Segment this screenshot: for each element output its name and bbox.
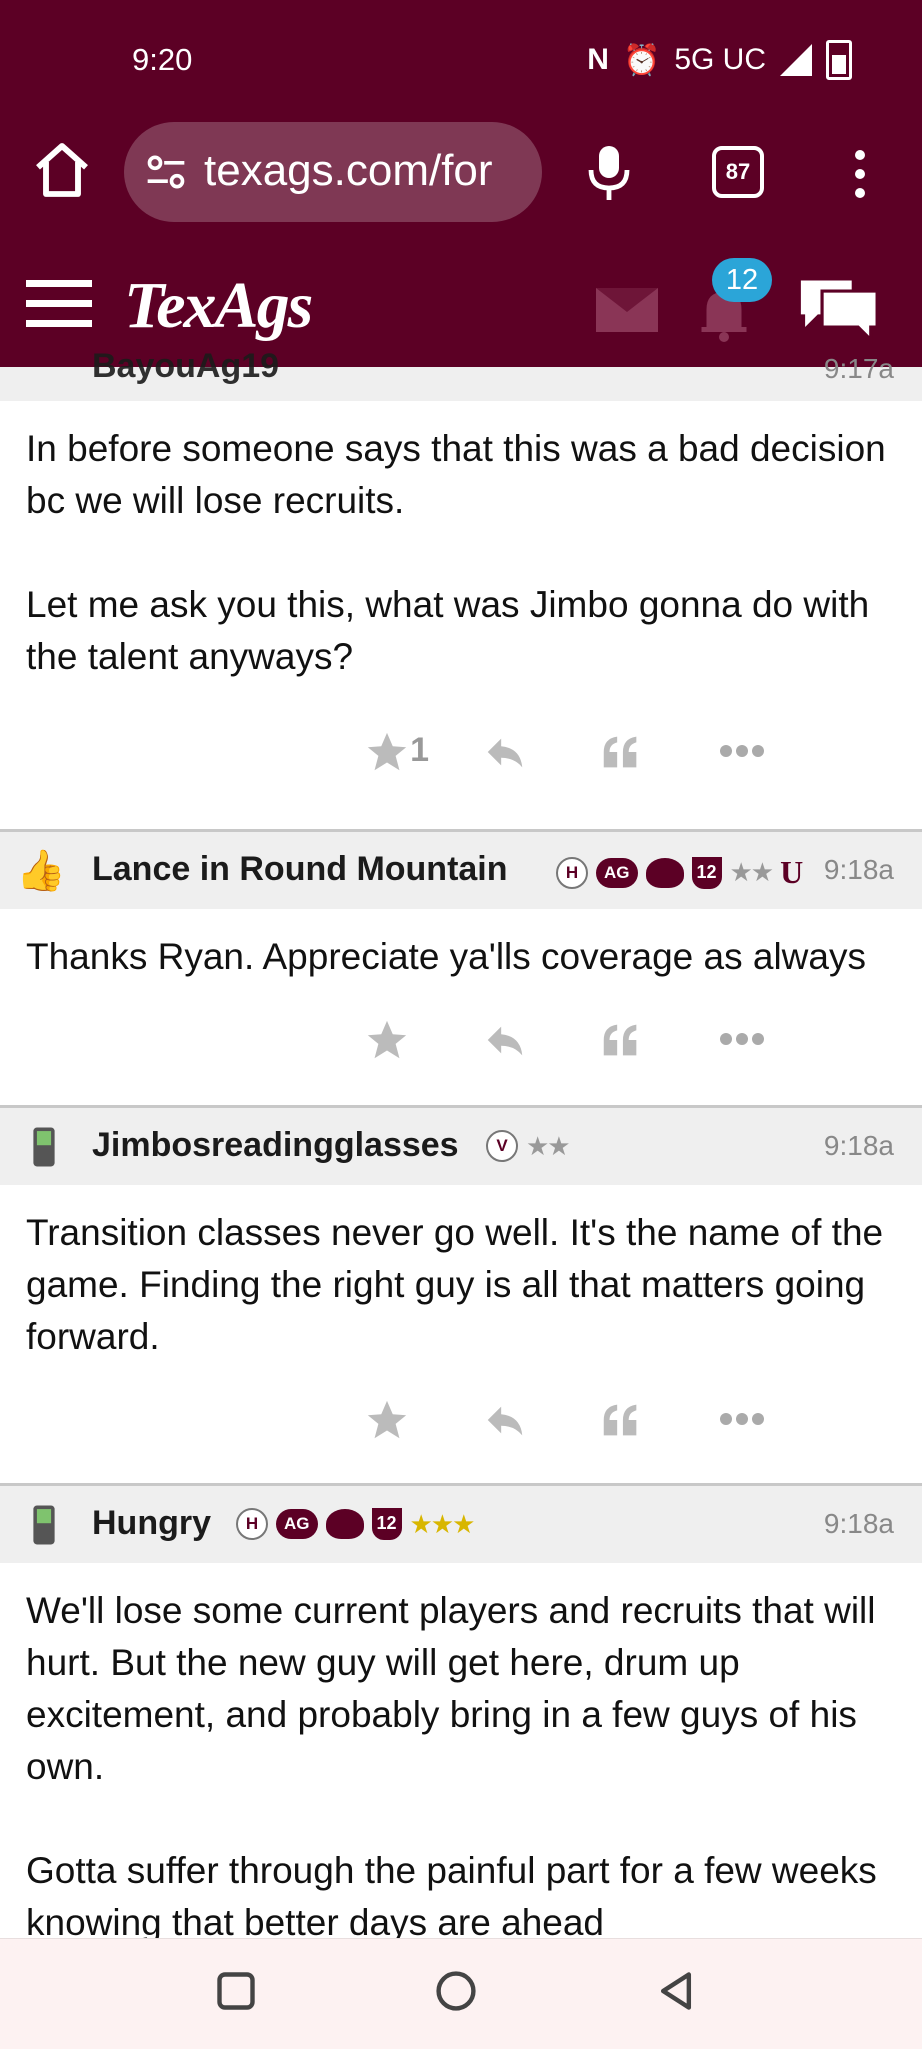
alarm-icon: ⏰ [622, 43, 661, 77]
badge-12: 12 [691, 856, 722, 889]
more-options-icon[interactable] [718, 729, 770, 775]
home-circle-icon[interactable] [434, 1969, 478, 2013]
post-actions [0, 1363, 922, 1483]
badge-stars: ★★★ [409, 1508, 476, 1539]
texags-logo[interactable]: TexAgs [124, 268, 313, 344]
post-username[interactable]: Hungry [92, 1504, 211, 1543]
post-body: In before someone says that this was a b… [26, 428, 886, 677]
recents-icon[interactable] [214, 1969, 258, 2013]
quote-icon[interactable] [598, 1397, 644, 1443]
hamburger-menu-icon[interactable] [26, 280, 92, 330]
signal-icon [780, 44, 812, 76]
post-time: 9:18a [823, 1130, 894, 1161]
post-username[interactable]: BayouAg19 [92, 347, 279, 386]
battery-icon [826, 40, 852, 80]
more-options-icon[interactable] [718, 1397, 770, 1443]
star-icon[interactable] [364, 1017, 410, 1063]
user-badges: H AG 12 ★★★ [236, 1508, 476, 1540]
post-body: Transition classes never go well. It's t… [26, 1212, 894, 1357]
home-icon[interactable] [30, 138, 94, 202]
reply-icon[interactable] [482, 1397, 528, 1443]
helmet-icon [645, 857, 684, 888]
browser-chrome: 9:20 N ⏰ 5G UC texags.com/for 87 TexAgs … [0, 0, 922, 367]
chat-icon[interactable] [796, 272, 882, 344]
post-header: 👍 Lance in Round Mountain H AG 12 ★★ U 9… [0, 829, 922, 909]
post-body: We'll lose some current players and recr… [26, 1590, 877, 1943]
badge-h: H [236, 1508, 268, 1540]
phone-avatar-icon [33, 1127, 55, 1167]
nfc-icon: N [587, 43, 609, 76]
site-settings-icon[interactable] [144, 150, 188, 194]
helmet-icon [325, 1509, 364, 1539]
post-header: Jimbosreadingglasses V ★★ 9:18a [0, 1105, 922, 1185]
badge-u: U [780, 854, 804, 890]
badge-v: V [486, 1130, 518, 1162]
back-icon[interactable] [654, 1969, 698, 2013]
browser-toolbar: texags.com/for 87 [0, 120, 922, 228]
status-bar: 9:20 N ⏰ 5G UC [0, 0, 922, 120]
thumbs-up-avatar-icon: 👍 [16, 849, 66, 893]
mail-icon[interactable] [596, 288, 658, 332]
badge-stars: ★★ [526, 1130, 571, 1161]
post-actions [0, 983, 922, 1105]
microphone-icon[interactable] [585, 142, 633, 202]
star-icon[interactable] [364, 729, 410, 775]
more-menu-icon[interactable] [846, 144, 874, 204]
reply-icon[interactable] [482, 1017, 528, 1063]
star-icon[interactable] [364, 1397, 410, 1443]
post-username[interactable]: Jimbosreadingglasses [92, 1126, 459, 1165]
notification-count-badge: 12 [712, 258, 772, 302]
badge-ag: AG [276, 1509, 318, 1539]
badge-12: 12 [371, 1508, 402, 1540]
badge-stars: ★★ [729, 857, 775, 887]
post-username[interactable]: Lance in Round Mountain [92, 850, 508, 889]
tab-switcher-button[interactable]: 87 [712, 146, 764, 198]
thread-feed: BayouAg19 9:17a In before someone says t… [0, 347, 922, 1949]
url-text: texags.com/for [204, 146, 493, 195]
post-header: Hungry H AG 12 ★★★ 9:18a [0, 1483, 922, 1563]
badge-ag: AG [596, 857, 638, 888]
quote-icon[interactable] [598, 1017, 644, 1063]
quote-icon[interactable] [598, 729, 644, 775]
network-label: 5G UC [674, 43, 766, 76]
reply-icon[interactable] [482, 729, 528, 775]
user-badges: V ★★ [486, 1130, 571, 1162]
star-count: 1 [410, 731, 429, 769]
post-time: 9:18a [823, 854, 894, 885]
phone-avatar-icon [33, 1505, 55, 1545]
post-body: Thanks Ryan. Appreciate ya'lls coverage … [26, 936, 866, 977]
post-actions: 1 [0, 683, 922, 829]
post-time: 9:18a [823, 1508, 894, 1539]
post-header: BayouAg19 9:17a [0, 347, 922, 401]
user-badges: H AG 12 ★★ U [556, 854, 803, 891]
system-nav-bar [0, 1938, 922, 2049]
status-time: 9:20 [132, 42, 193, 77]
post-time: 9:17a [823, 353, 894, 384]
more-options-icon[interactable] [718, 1017, 770, 1063]
url-bar[interactable]: texags.com/for [124, 122, 542, 222]
badge-h: H [556, 856, 588, 889]
status-icons: N ⏰ 5G UC [587, 40, 852, 80]
